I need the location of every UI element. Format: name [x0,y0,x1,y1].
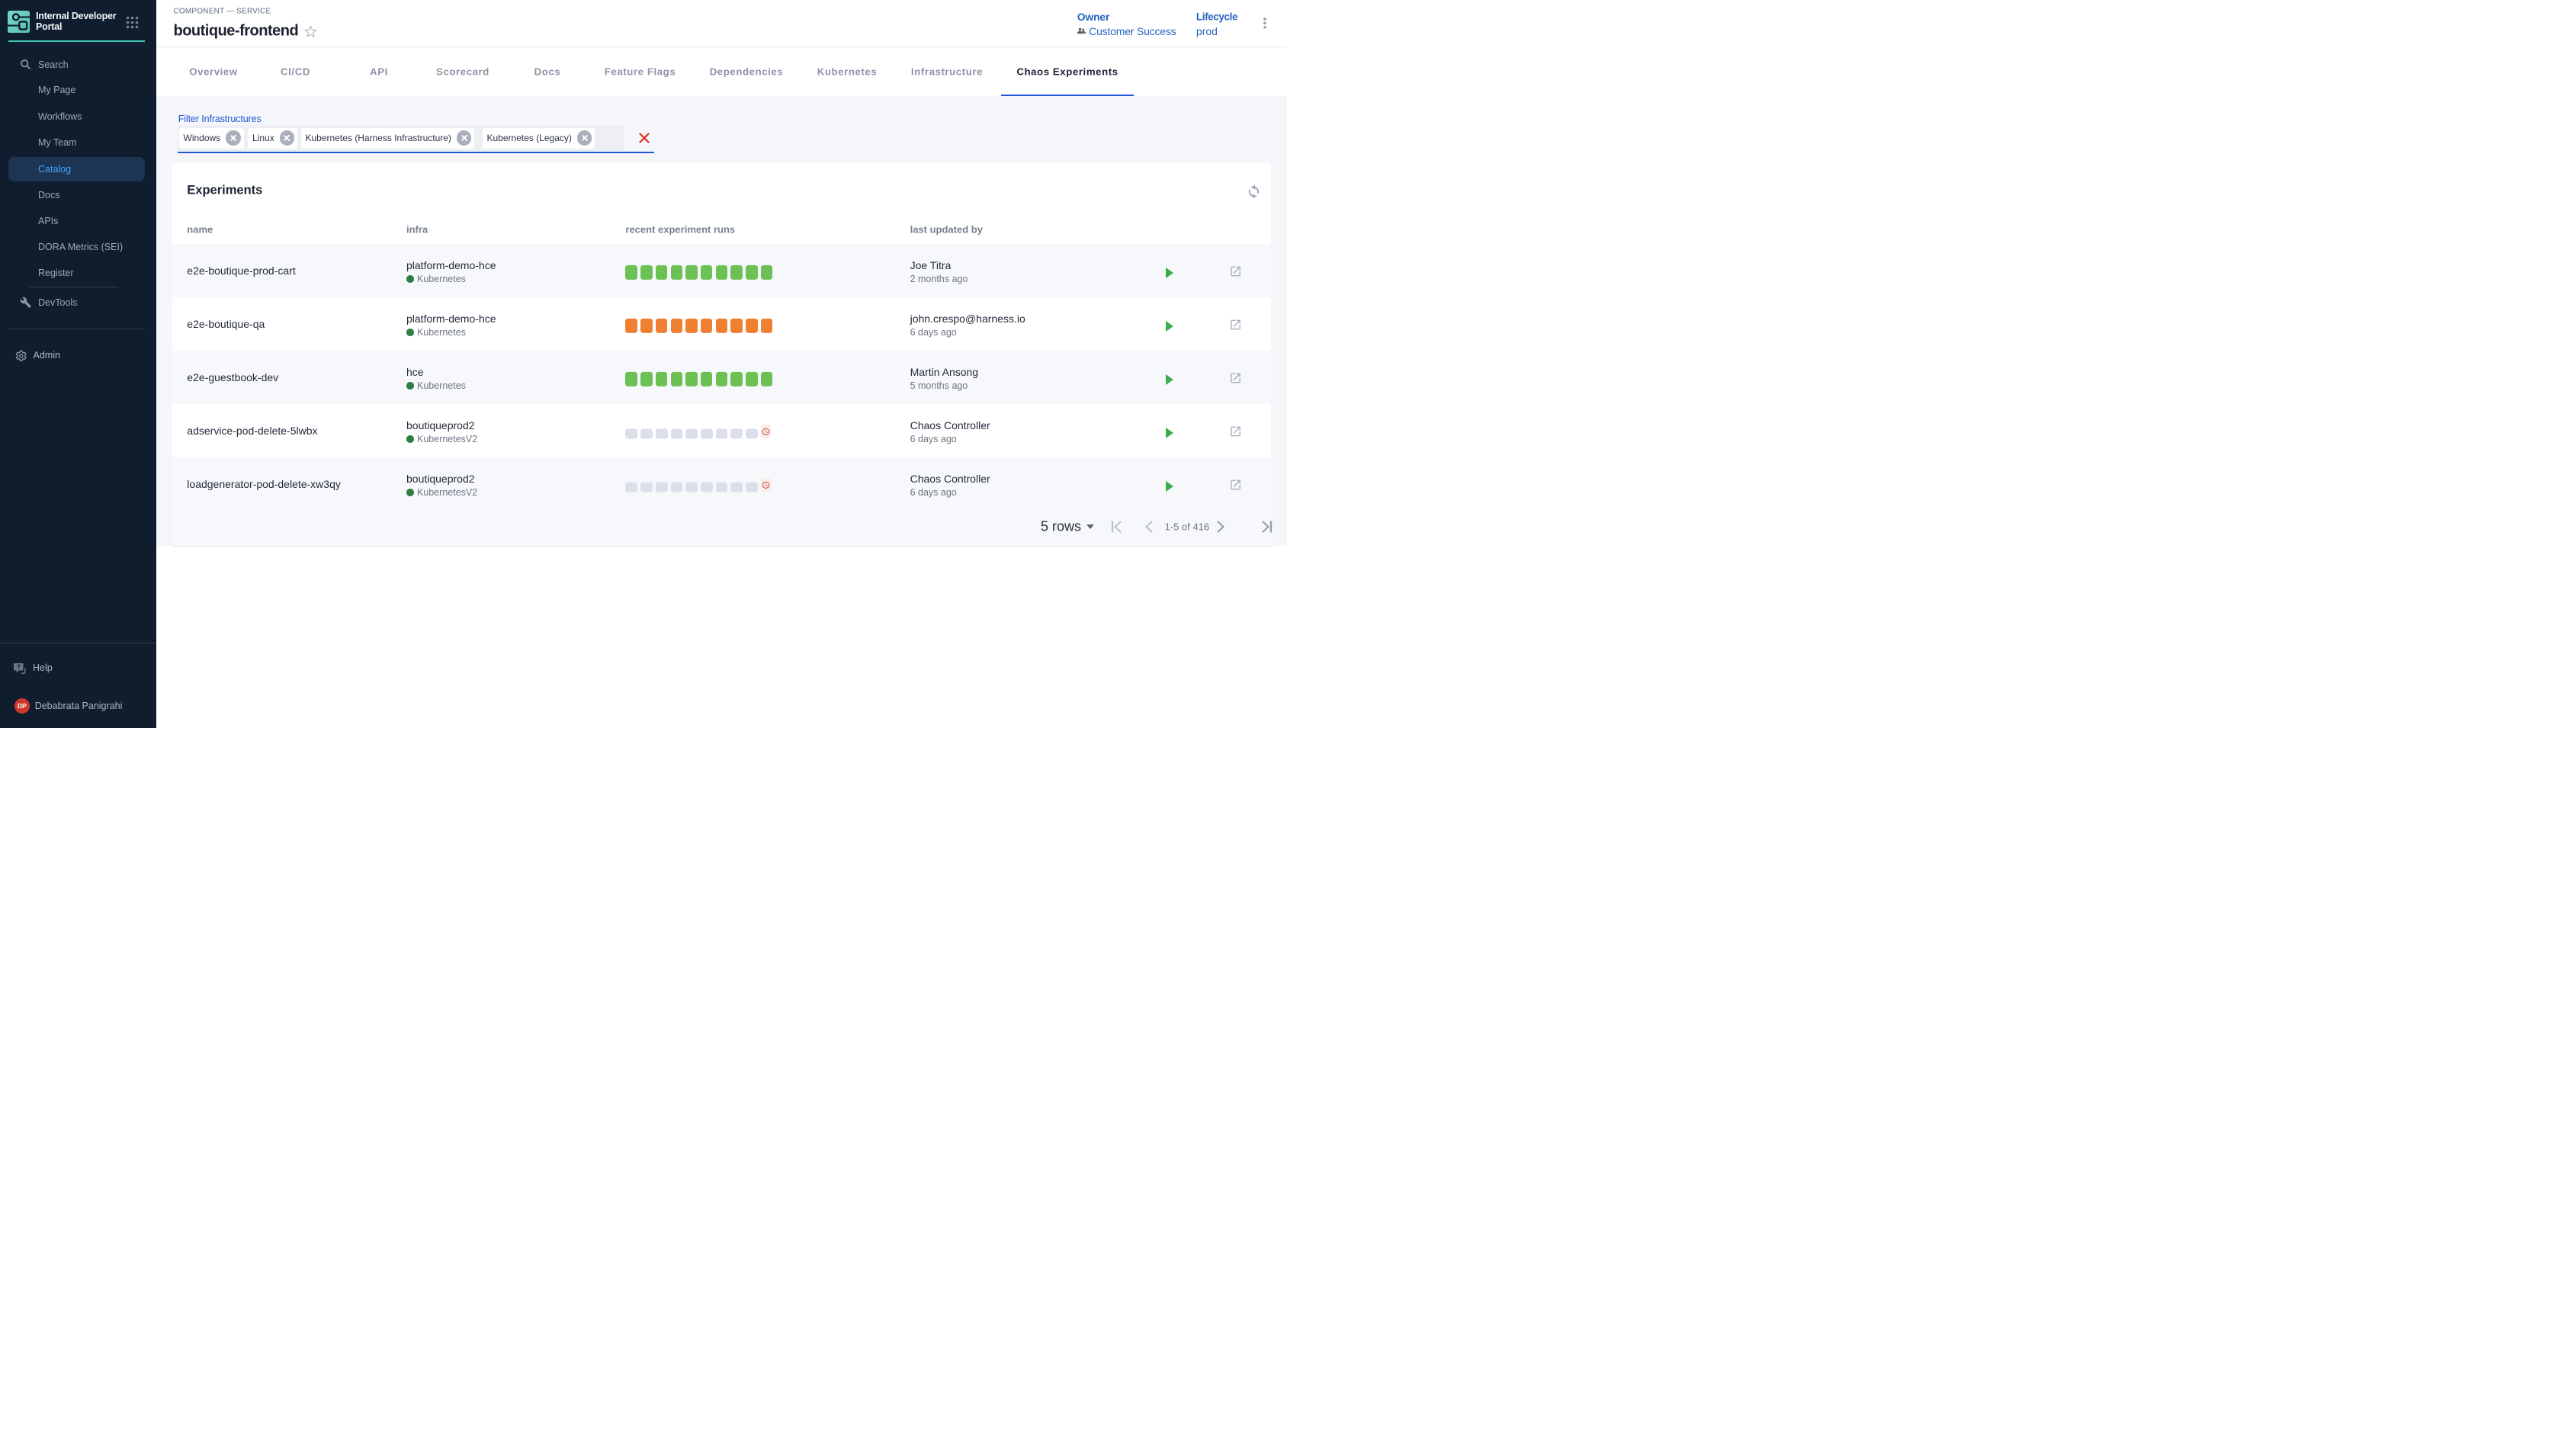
svg-text:?: ? [17,663,21,670]
